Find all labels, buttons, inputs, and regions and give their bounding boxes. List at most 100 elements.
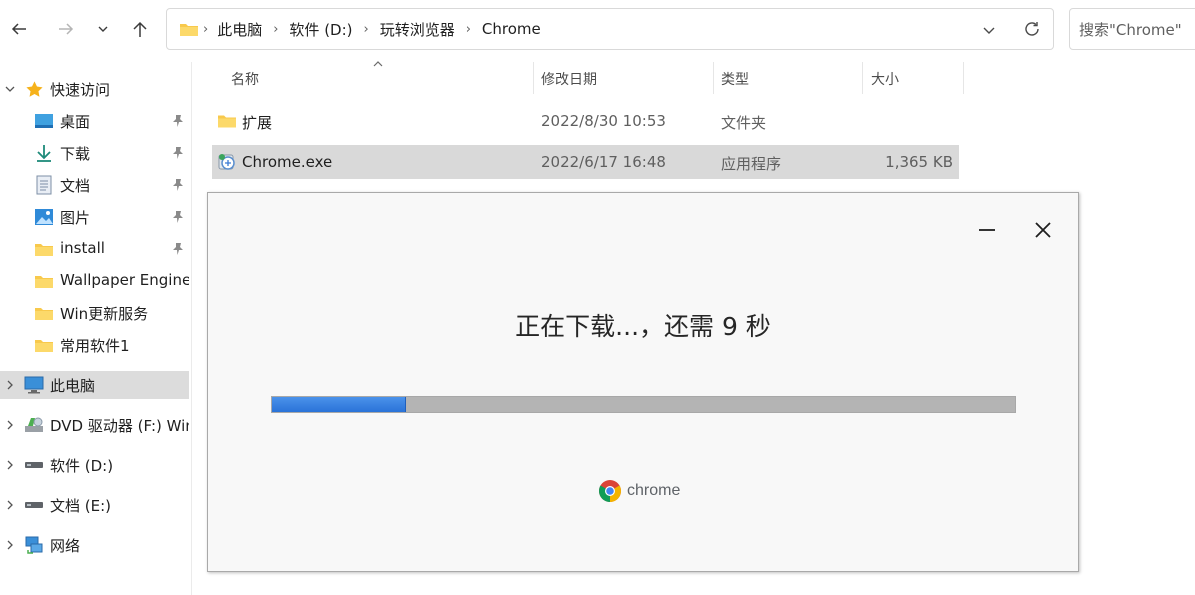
star-icon <box>24 79 44 99</box>
breadcrumb-item[interactable]: 此电脑 <box>217 19 262 40</box>
sidebar-item-label: 常用软件1 <box>60 337 130 355</box>
breadcrumb-item[interactable]: Chrome <box>482 20 541 38</box>
column-header-label: 类型 <box>721 72 749 88</box>
chevron-down-icon[interactable] <box>4 82 16 96</box>
chevron-right-icon[interactable] <box>4 498 16 512</box>
chrome-installer-dialog: 正在下载...，还需 9 秒 chrome <box>207 192 1079 572</box>
computer-icon <box>24 375 44 395</box>
column-header-size[interactable]: 大小 <box>871 62 961 96</box>
file-modified: 2022/6/17 16:48 <box>541 153 666 171</box>
file-type: 应用程序 <box>721 155 782 173</box>
sidebar-item-label: 图片 <box>60 209 91 227</box>
column-separator[interactable] <box>963 62 964 94</box>
sidebar-item-this-pc[interactable]: 此电脑 <box>0 371 189 399</box>
file-modified: 2022/8/30 10:53 <box>541 112 666 130</box>
file-type: 文件夹 <box>721 114 767 132</box>
pin-icon <box>171 177 185 193</box>
column-header-name[interactable]: 名称 <box>231 62 531 96</box>
column-header-label: 大小 <box>871 72 899 88</box>
chevron-right-icon[interactable] <box>4 418 16 432</box>
folder-icon <box>180 24 198 36</box>
column-header-modified[interactable]: 修改日期 <box>541 62 711 96</box>
forward-button[interactable] <box>51 14 81 44</box>
folder-icon <box>34 303 54 323</box>
sidebar-item-win-update[interactable]: Win更新服务 <box>0 299 189 327</box>
up-button[interactable] <box>125 14 155 44</box>
sidebar-item-label: 此电脑 <box>50 377 96 395</box>
sidebar-item-label: Wallpaper Engine <box>60 271 189 289</box>
drive-icon <box>24 455 44 475</box>
explorer-toolbar: › 此电脑 › 软件 (D:) › 玩转浏览器 › Chrome 搜索"Chro… <box>0 0 1195 62</box>
sidebar-item-install[interactable]: install <box>0 235 189 263</box>
address-bar[interactable]: › 此电脑 › 软件 (D:) › 玩转浏览器 › Chrome <box>166 8 1054 50</box>
download-icon <box>34 143 54 163</box>
back-button[interactable] <box>4 14 34 44</box>
column-separator[interactable] <box>862 62 863 94</box>
file-name: 扩展 <box>242 114 273 132</box>
download-progress-bar <box>271 396 1016 413</box>
sidebar-item-quick-access[interactable]: 快速访问 <box>0 75 189 103</box>
pane-divider[interactable] <box>191 62 192 595</box>
sidebar-item-network[interactable]: 网络 <box>0 531 189 559</box>
sidebar-item-label: Win更新服务 <box>60 305 149 323</box>
chrome-brand: chrome <box>598 479 680 503</box>
column-header-label: 名称 <box>231 72 259 88</box>
column-header-type[interactable]: 类型 <box>721 62 861 96</box>
network-icon <box>24 535 44 555</box>
arrow-left-icon <box>11 23 26 35</box>
table-row[interactable]: 扩展 2022/8/30 10:53 文件夹 <box>212 104 959 138</box>
chevron-right-icon[interactable] <box>4 378 16 392</box>
file-name: Chrome.exe <box>242 153 333 171</box>
address-history-button[interactable] <box>979 20 999 40</box>
progress-fill <box>272 397 406 412</box>
sidebar-item-label: 下载 <box>60 145 91 163</box>
minimize-button[interactable] <box>972 215 1002 245</box>
desktop-icon <box>34 111 54 131</box>
sidebar-item-label: 桌面 <box>60 113 91 131</box>
chevron-right-icon[interactable]: › <box>203 22 208 37</box>
pin-icon <box>171 209 185 225</box>
chevron-down-icon <box>98 26 108 32</box>
chevron-right-icon[interactable]: › <box>466 22 471 37</box>
sidebar-item-label: install <box>60 239 105 257</box>
file-size: 1,365 KB <box>885 153 953 171</box>
pin-icon <box>171 241 185 257</box>
sidebar-item-label: 快速访问 <box>50 81 111 99</box>
chevron-right-icon[interactable]: › <box>364 22 369 37</box>
search-input[interactable]: 搜索"Chrome" <box>1069 8 1195 50</box>
sidebar-item-drive-e[interactable]: 文档 (E:) <box>0 491 189 519</box>
column-separator[interactable] <box>713 62 714 94</box>
arrow-right-icon <box>59 23 74 35</box>
sidebar-item-downloads[interactable]: 下载 <box>0 139 189 167</box>
refresh-button[interactable] <box>1021 18 1043 40</box>
close-button[interactable] <box>1028 215 1058 245</box>
folder-icon <box>34 335 54 355</box>
drive-icon <box>24 495 44 515</box>
sidebar-item-documents[interactable]: 文档 <box>0 171 189 199</box>
sidebar-item-label: 文档 <box>60 177 91 195</box>
column-separator[interactable] <box>533 62 534 94</box>
pictures-icon <box>34 207 54 227</box>
table-row[interactable]: Chrome.exe 2022/6/17 16:48 应用程序 1,365 KB <box>212 145 959 179</box>
chevron-right-icon[interactable]: › <box>273 22 278 37</box>
column-header-label: 修改日期 <box>541 72 597 88</box>
chevron-right-icon[interactable] <box>4 538 16 552</box>
chevron-right-icon[interactable] <box>4 458 16 472</box>
chrome-logo-icon <box>599 480 621 502</box>
sidebar-item-desktop[interactable]: 桌面 <box>0 107 189 135</box>
chevron-down-icon <box>983 27 995 34</box>
sidebar-item-common-software[interactable]: 常用软件1 <box>0 331 189 359</box>
recent-locations-button[interactable] <box>89 14 117 44</box>
sidebar-item-label: 文档 (E:) <box>50 497 112 515</box>
brand-wordmark: chrome <box>627 482 681 499</box>
pin-icon <box>171 145 185 161</box>
minimize-icon <box>979 229 995 231</box>
sidebar-item-pictures[interactable]: 图片 <box>0 203 189 231</box>
breadcrumb-item[interactable]: 玩转浏览器 <box>380 19 455 40</box>
sidebar-item-wallpaper-engine[interactable]: Wallpaper Engine <box>0 267 189 295</box>
sidebar-item-drive-d[interactable]: 软件 (D:) <box>0 451 189 479</box>
arrow-up-icon <box>133 21 147 37</box>
download-status: 正在下载...，还需 9 秒 <box>515 312 771 341</box>
sidebar-item-dvd-drive[interactable]: DVD 驱动器 (F:) Win <box>0 411 189 439</box>
breadcrumb-item[interactable]: 软件 (D:) <box>289 19 352 40</box>
